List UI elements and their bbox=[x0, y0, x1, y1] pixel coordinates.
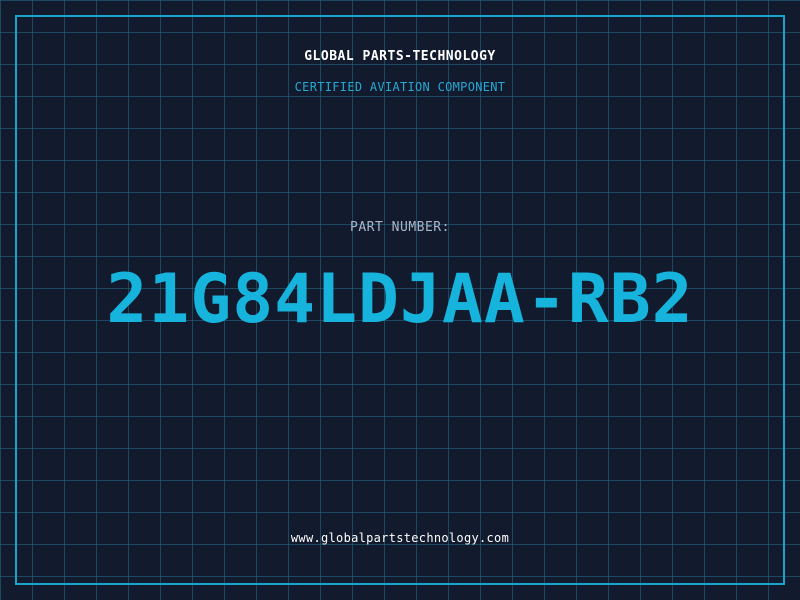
part-label-card: GLOBAL PARTS-TECHNOLOGY CERTIFIED AVIATI… bbox=[0, 0, 800, 600]
part-number-value: 21G84LDJAA-RB2 bbox=[106, 260, 694, 339]
website-url: www.globalpartstechnology.com bbox=[290, 531, 510, 545]
part-number-label: PART NUMBER: bbox=[350, 220, 450, 235]
company-name: GLOBAL PARTS-TECHNOLOGY bbox=[304, 49, 496, 64]
certification-subtitle: CERTIFIED AVIATION COMPONENT bbox=[294, 80, 506, 94]
